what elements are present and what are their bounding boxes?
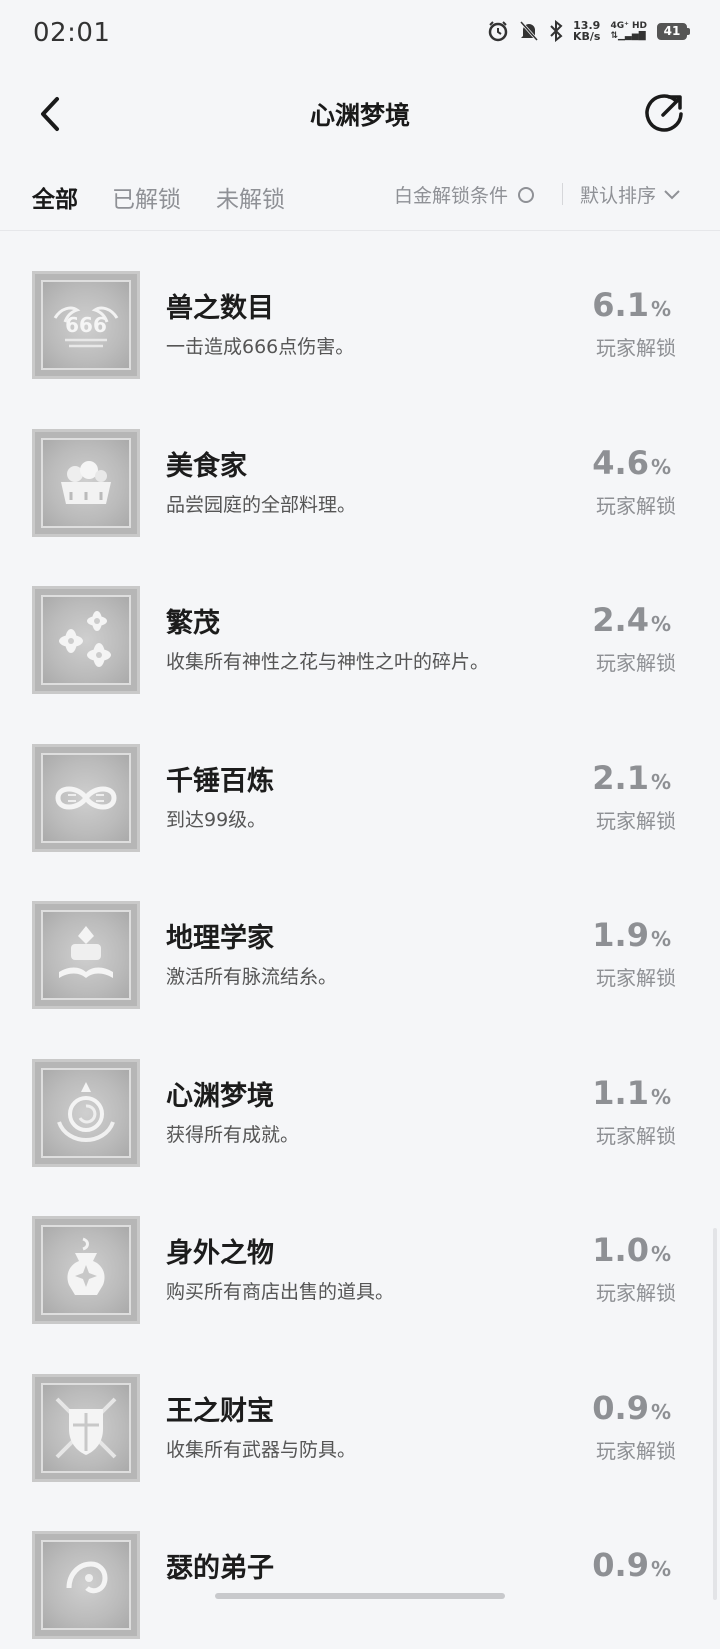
battery-level: 41 [657,22,687,40]
filter-bar: 全部 已解锁 未解锁 白金解锁条件 默认排序 [0,166,720,231]
sort-dropdown[interactable]: 默认排序 [580,181,680,208]
achievement-desc: 收集所有武器与防具。 [166,1438,357,1461]
list-item[interactable]: 瑟的弟子 0.9% [0,1491,720,1649]
disciple-icon [32,1531,140,1639]
unlock-percent: 1.0% [592,1231,671,1269]
achievement-desc: 激活所有脉流结糸。 [166,966,338,988]
unlock-percent: 6.1% [592,286,671,324]
achievement-name: 瑟的弟子 [166,1553,274,1584]
list-item[interactable]: 千锤百炼 到达99级。 2.1% 玩家解锁 [0,704,720,862]
list-item[interactable]: 美食家 品尝园庭的全部料理。 4.6% 玩家解锁 [0,389,720,547]
achievement-list: 666 兽之数目 一击造成666点伤害。 6.1% 玩家解锁 美食家 品尝园庭的… [0,231,720,1649]
list-item[interactable]: 繁茂 收集所有神性之花与神性之叶的碎片。 2.4% 玩家解锁 [0,546,720,704]
unlock-label: 玩家解锁 [596,808,676,833]
unlock-label: 玩家解锁 [596,1123,676,1148]
achievement-desc: 获得所有成就。 [166,1123,300,1146]
unlock-label: 玩家解锁 [596,1438,676,1463]
home-indicator[interactable] [215,1593,505,1599]
divider [562,183,563,205]
achievement-name: 美食家 [166,450,247,482]
achievement-name: 繁茂 [166,608,220,639]
net-speed: 13.9 KB/s [572,19,601,43]
status-time: 02:01 [33,18,111,48]
map-book-icon [32,901,140,1009]
mute-icon [519,20,539,42]
list-item[interactable]: 身外之物 购买所有商店出售的道具。 1.0% 玩家解锁 [0,1176,720,1334]
achievement-name: 心渊梦境 [166,1080,274,1112]
achievement-desc: 到达99级。 [166,808,267,831]
unlock-percent: 4.6% [592,443,671,482]
unlock-percent: 1.1% [592,1073,671,1112]
radio-icon [518,186,535,203]
platinum-condition-toggle[interactable]: 白金解锁条件 [394,181,535,208]
flowers-icon [32,586,140,694]
unlock-label: 玩家解锁 [596,651,676,675]
sort-label: 默认排序 [580,185,657,207]
unlock-percent: 0.9% [592,1546,671,1584]
tab-all[interactable]: 全部 [32,180,78,214]
unlock-percent: 0.9% [592,1388,671,1427]
scrollbar[interactable] [713,1228,717,1600]
achievement-name: 地理学家 [166,923,274,954]
status-icons: 13.9 KB/s 4G⁺ HD ⇅▁▃▅▇ 41 [487,20,690,42]
achievement-name: 王之财宝 [166,1395,274,1427]
food-basket-icon [32,428,140,537]
status-bar: 02:01 13.9 KB/s 4G⁺ HD ⇅▁▃▅▇ 41 [0,0,720,68]
unlock-label: 玩家解锁 [596,966,676,990]
achievement-name: 千锤百炼 [166,765,274,797]
list-item[interactable]: 666 兽之数目 一击造成666点伤害。 6.1% 玩家解锁 [0,231,720,389]
share-button[interactable] [640,88,690,138]
page-title: 心渊梦境 [309,101,410,130]
alarm-icon [487,20,509,42]
svg-text:666: 666 [65,313,107,337]
header: 心渊梦境 [0,76,720,152]
bluetooth-icon [549,20,563,42]
platinum-condition-label: 白金解锁条件 [394,185,509,207]
achievement-name: 身外之物 [166,1238,274,1269]
chevron-down-icon [664,189,680,199]
urn-icon [32,1216,140,1324]
dream-orb-icon [32,1058,140,1167]
tab-unlocked[interactable]: 已解锁 [112,180,181,214]
achievement-desc: 购买所有商店出售的道具。 [166,1281,395,1303]
achievement-name: 兽之数目 [166,293,274,324]
list-item[interactable]: 地理学家 激活所有脉流结糸。 1.9% 玩家解锁 [0,861,720,1019]
unlock-percent: 2.4% [592,601,671,639]
armor-icon [32,1373,140,1482]
list-item[interactable]: 心渊梦境 获得所有成就。 1.1% 玩家解锁 [0,1019,720,1177]
unlock-label: 玩家解锁 [596,493,676,518]
unlock-percent: 2.1% [592,758,671,797]
unlock-percent: 1.9% [592,916,671,954]
signal-icon: 4G⁺ HD ⇅▁▃▅▇ [610,21,647,41]
unlock-label: 玩家解锁 [596,1281,676,1305]
achievement-desc: 品尝园庭的全部料理。 [166,493,357,516]
list-item[interactable]: 王之财宝 收集所有武器与防具。 0.9% 玩家解锁 [0,1334,720,1492]
battery-icon: 41 [657,22,690,40]
achievement-desc: 一击造成666点伤害。 [166,336,355,358]
achievement-desc: 收集所有神性之花与神性之叶的碎片。 [166,651,490,673]
666-wings-icon: 666 [32,271,140,379]
unlock-label: 玩家解锁 [596,336,676,360]
infinity-icon [32,743,140,852]
share-icon [645,94,683,132]
tab-locked[interactable]: 未解锁 [216,180,285,214]
